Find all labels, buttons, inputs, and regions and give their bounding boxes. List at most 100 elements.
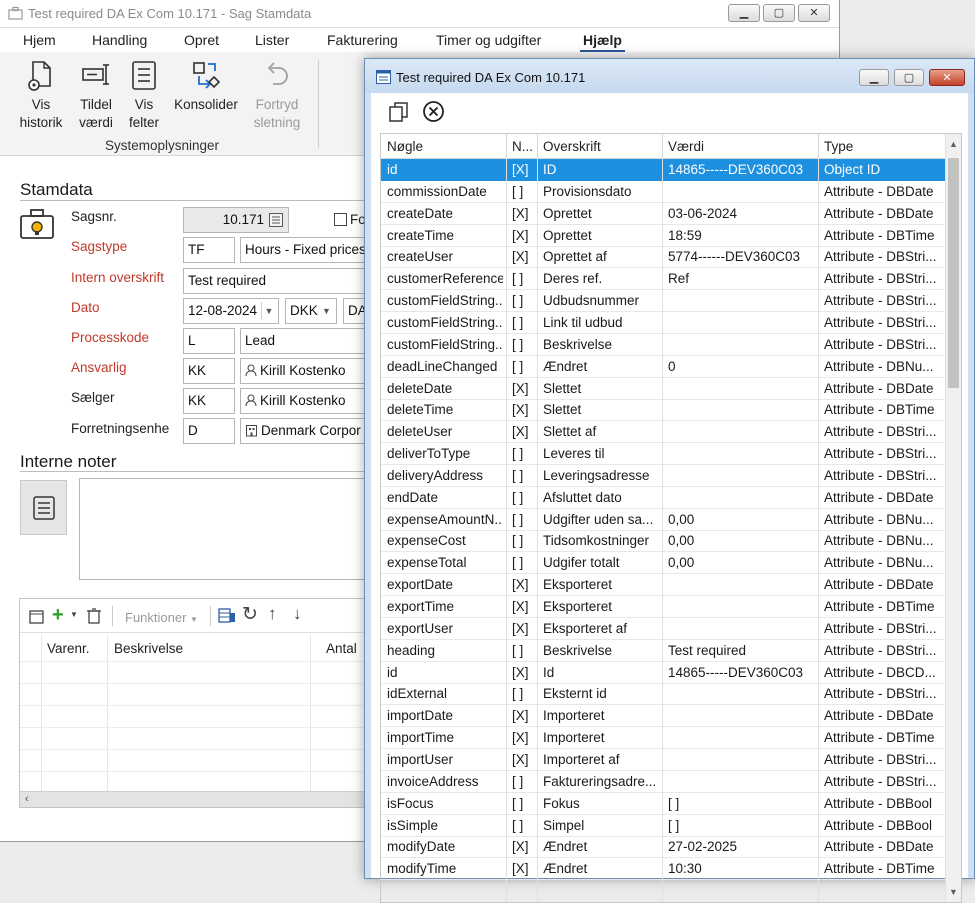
forretningsenhed-code-field[interactable]: D (183, 418, 235, 444)
col-n[interactable]: N... (512, 139, 533, 154)
table-row[interactable]: exportDate [X] Eksporteret Attribute - DBDa… (381, 574, 947, 597)
table-row[interactable]: createTime [X] Oprettet 18:59 Attribute - DB… (381, 225, 947, 247)
cell-n: [ ] (512, 293, 524, 309)
vis-historik-button[interactable]: Vis historik (18, 60, 64, 132)
table-row[interactable]: customFieldString... [ ] Link til udbud Att… (381, 312, 947, 334)
table-row[interactable]: isSimple [ ] Simpel [ ] Attribute - DBBool (381, 815, 947, 837)
maximize-button[interactable]: ▢ (763, 4, 795, 22)
minimize-button[interactable]: ▁ (859, 69, 889, 86)
table-row[interactable]: commissionDate [ ] Provisionsdato Attribute… (381, 181, 947, 203)
table-row[interactable]: importDate [X] Importeret Attribute - DBDat… (381, 705, 947, 728)
refresh-icon[interactable]: ↻ (242, 603, 258, 626)
menu-tab-fakturering[interactable]: Fakturering (327, 32, 398, 48)
processkode-code-field[interactable]: L (183, 328, 235, 354)
col-noegle[interactable]: Nøgle (387, 139, 423, 154)
dato-field[interactable]: 12-08-2024 ▼ (183, 298, 279, 324)
cell-key: customFieldString... (387, 293, 503, 309)
table-row[interactable]: customFieldString... [ ] Beskrivelse Attrib… (381, 334, 947, 356)
table-row[interactable]: createUser [X] Oprettet af 5774------DEV360… (381, 246, 947, 269)
table-row[interactable]: deadLineChanged [ ] Ændret 0 Attribute - DBN… (381, 356, 947, 378)
currency-select[interactable]: DKK ▼ (285, 298, 337, 324)
col-vaerdi[interactable]: Værdi (668, 139, 704, 154)
arrow-up-icon[interactable]: ↑ (268, 604, 277, 624)
list-icon[interactable] (268, 212, 284, 228)
forretningsenhed-name-field[interactable]: Denmark Corpor (240, 418, 370, 444)
ansvarlig-name-field[interactable]: Kirill Kostenko (240, 358, 370, 384)
cell-heading: Udgifer totalt (543, 555, 620, 571)
col-overskrift[interactable]: Overskrift (543, 139, 601, 154)
chevron-down-icon[interactable]: ▼ (319, 302, 334, 320)
table-row[interactable]: customFieldString... [ ] Udbudsnummer Attri… (381, 290, 947, 313)
col-varenr[interactable]: Varenr. (47, 641, 90, 656)
table-row[interactable]: deliverToType [ ] Leveres til Attribute - D… (381, 443, 947, 466)
table-row[interactable]: expenseCost [ ] Tidsomkostninger 0,00 Attrib… (381, 530, 947, 553)
vis-felter-button[interactable]: Vis felter (125, 60, 163, 132)
ansvarlig-code-field[interactable]: KK (183, 358, 235, 384)
funktioner-button[interactable]: Funktioner ▼ (125, 610, 198, 625)
maximize-button[interactable]: ▢ (894, 69, 924, 86)
table-row[interactable]: customerReference [ ] Deres ref. Ref Attribu… (381, 268, 947, 291)
sagsnr-field[interactable]: 10.171 (183, 207, 289, 233)
table-row[interactable]: isFocus [ ] Fokus [ ] Attribute - DBBool (381, 793, 947, 815)
table-row[interactable]: endDate [ ] Afsluttet dato Attribute - DBDa… (381, 487, 947, 509)
table-row[interactable]: createDate [X] Oprettet 03-06-2024 Attribute… (381, 203, 947, 225)
vertical-scrollbar[interactable]: ▲ ▼ (945, 134, 961, 902)
cell-type: Attribute - DBStri... (824, 751, 937, 767)
intern-overskrift-field[interactable]: Test required (183, 268, 370, 294)
konsolider-button[interactable]: Konsolider (171, 60, 241, 114)
table-row[interactable]: expenseAmountN... [ ] Udgifter uden sa... 0… (381, 509, 947, 531)
fortryd-sletning-button[interactable]: Fortryd sletning (250, 60, 304, 132)
arrow-down-icon[interactable]: ↓ (293, 604, 302, 624)
menu-tab-hjem[interactable]: Hjem (23, 32, 56, 48)
menu-tab-handling[interactable]: Handling (92, 32, 147, 48)
close-button[interactable]: ✕ (798, 4, 830, 22)
trash-icon[interactable] (86, 607, 102, 625)
table-row[interactable]: deleteUser [X] Slettet af Attribute - DBStr… (381, 421, 947, 444)
add-icon[interactable]: + (52, 604, 64, 627)
table-row[interactable]: deleteDate [X] Slettet Attribute - DBDate (381, 378, 947, 400)
menu-tab-hjaelp[interactable]: Hjælp (583, 32, 622, 48)
saelger-name-field[interactable]: Kirill Kostenko (240, 388, 370, 414)
table-row[interactable]: idExternal [ ] Eksternt id Attribute - DBSt… (381, 683, 947, 706)
table-row[interactable]: importUser [X] Importeret af Attribute - DB… (381, 749, 947, 771)
chevron-down-icon[interactable]: ▼ (261, 302, 276, 320)
table-row[interactable]: id [X] Id 14865-----DEV360C03 Attribute - DB… (381, 662, 947, 684)
minimize-button[interactable]: ▁ (728, 4, 760, 22)
table-row[interactable]: exportUser [X] Eksporteret af Attribute - D… (381, 618, 947, 640)
table-row[interactable]: deliveryAddress [ ] Leveringsadresse Attrib… (381, 465, 947, 487)
notes-textarea[interactable] (79, 478, 379, 580)
saelger-code-field[interactable]: KK (183, 388, 235, 414)
table-settings-icon[interactable] (218, 607, 236, 625)
horizontal-scrollbar[interactable]: ‹ (20, 791, 373, 807)
scroll-left-icon[interactable]: ‹ (25, 793, 29, 805)
menu-tab-opret[interactable]: Opret (184, 32, 219, 48)
close-button[interactable]: ✕ (929, 69, 965, 86)
close-circle-icon[interactable] (422, 100, 445, 123)
notes-button[interactable] (20, 480, 67, 535)
processkode-name-field[interactable]: Lead (240, 328, 370, 354)
fo-checkbox[interactable] (334, 213, 347, 226)
scroll-up-icon[interactable]: ▲ (949, 139, 958, 149)
copy-icon[interactable] (388, 101, 410, 123)
chevron-down-icon[interactable]: ▼ (70, 610, 78, 619)
new-window-icon[interactable] (28, 607, 46, 625)
table-row[interactable]: id [X] ID 14865-----DEV360C03 Object ID (381, 159, 947, 181)
col-beskrivelse[interactable]: Beskrivelse (114, 641, 183, 656)
sagstype-code-field[interactable]: TF (183, 237, 235, 263)
col-antal[interactable]: Antal (326, 641, 357, 656)
table-row[interactable]: heading [ ] Beskrivelse Test required Attrib… (381, 640, 947, 662)
sagstype-name-field[interactable]: Hours - Fixed prices (240, 237, 370, 263)
table-row[interactable]: modifyDate [X] Ændret 27-02-2025 Attribute -… (381, 836, 947, 859)
menu-tab-lister[interactable]: Lister (255, 32, 289, 48)
table-row[interactable]: modifyTime [X] Ændret 10:30 Attribute - DBTi… (381, 858, 947, 881)
table-row[interactable]: exportTime [X] Eksporteret Attribute - DBTi… (381, 596, 947, 618)
tildel-vaerdi-button[interactable]: Tildel værdi (75, 60, 117, 132)
table-row[interactable]: importTime [X] Importeret Attribute - DBTim… (381, 727, 947, 750)
scrollbar-thumb[interactable] (948, 158, 959, 388)
table-row[interactable]: invoiceAddress [ ] Faktureringsadre... Attr… (381, 771, 947, 793)
col-type[interactable]: Type (824, 139, 853, 154)
scroll-down-icon[interactable]: ▼ (949, 887, 958, 897)
menu-tab-timer-og-udgifter[interactable]: Timer og udgifter (436, 32, 541, 48)
table-row[interactable]: deleteTime [X] Slettet Attribute - DBTime (381, 399, 947, 422)
table-row[interactable]: expenseTotal [ ] Udgifer totalt 0,00 Attribu… (381, 552, 947, 575)
